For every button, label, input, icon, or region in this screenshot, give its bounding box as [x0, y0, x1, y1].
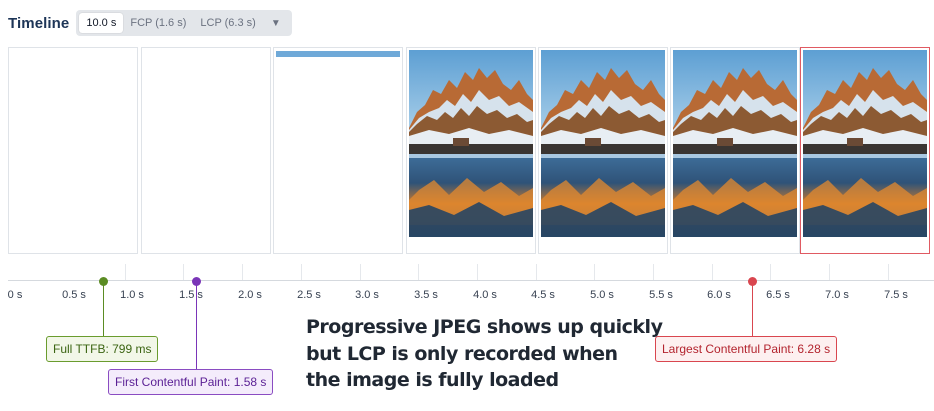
annotation-line: the image is fully loaded: [306, 369, 559, 391]
partial-image-bar: [276, 51, 400, 57]
timeline-range-tabs: 10.0 s FCP (1.6 s) LCP (6.3 s) ▼: [76, 10, 292, 36]
timeline-axis: [8, 280, 934, 281]
axis-tick-label: 2.5 s: [297, 289, 321, 301]
axis-tick-label: 3.0 s: [355, 289, 379, 301]
axis-tick: [829, 264, 830, 280]
axis-tick-label: 2.0 s: [238, 289, 262, 301]
axis-tick: [418, 264, 419, 280]
axis-tick: [536, 264, 537, 280]
lcp-marker-line: [752, 281, 753, 336]
annotation-line: but LCP is only recorded when: [306, 342, 618, 365]
fcp-marker-line: [196, 281, 197, 369]
axis-tick-label: 7.5 s: [884, 289, 908, 301]
ttfb-marker-line: [103, 281, 104, 336]
filmstrip-frame[interactable]: [406, 47, 536, 254]
tab-fcp[interactable]: FCP (1.6 s): [123, 13, 193, 33]
axis-tick: [477, 264, 478, 280]
annotation-text: Progressive JPEG shows up quickly but LC…: [306, 314, 666, 394]
axis-tick: [125, 264, 126, 280]
filmstrip-frame[interactable]: [8, 47, 138, 254]
axis-tick-label: 1.5 s: [179, 289, 203, 301]
filmstrip-frame[interactable]: [538, 47, 668, 254]
tab-lcp[interactable]: LCP (6.3 s): [193, 13, 262, 33]
axis-tick-label: 3.5 s: [414, 289, 438, 301]
tab-10s[interactable]: 10.0 s: [79, 13, 124, 33]
axis-tick-label: 0 s: [7, 289, 23, 301]
axis-tick-label: 6.0 s: [707, 289, 731, 301]
landscape-thumbnail: [673, 50, 797, 237]
filmstrip-frame[interactable]: [670, 47, 800, 254]
lcp-marker-dot[interactable]: [748, 277, 757, 286]
axis-tick-label: 1.0 s: [120, 289, 144, 301]
axis-tick: [712, 264, 713, 280]
axis-tick: [360, 264, 361, 280]
timeline-title: Timeline: [8, 14, 70, 32]
axis-tick: [301, 264, 302, 280]
lcp-label: Largest Contentful Paint: 6.28 s: [655, 336, 838, 362]
filmstrip-frame[interactable]: [273, 47, 403, 254]
ttfb-label: Full TTFB: 799 ms: [46, 336, 159, 362]
landscape-thumbnail: [409, 50, 533, 237]
fcp-label: First Contentful Paint: 1.58 s: [108, 369, 274, 395]
axis-tick-label: 5.0 s: [590, 289, 614, 301]
annotation-line: Progressive JPEG shows up quickly: [306, 316, 663, 338]
landscape-thumbnail: [803, 50, 927, 237]
timeline-header: Timeline 10.0 s FCP (1.6 s) LCP (6.3 s) …: [8, 10, 292, 36]
caret-down-icon[interactable]: ▼: [263, 18, 289, 29]
axis-tick: [653, 264, 654, 280]
axis-tick-label: 6.5 s: [766, 289, 790, 301]
axis-tick-label: 0.5 s: [62, 289, 86, 301]
axis-tick: [242, 264, 243, 280]
axis-tick: [888, 264, 889, 280]
axis-tick: [770, 264, 771, 280]
axis-tick-label: 7.0 s: [825, 289, 849, 301]
fcp-marker-dot[interactable]: [192, 277, 201, 286]
ttfb-marker-dot[interactable]: [99, 277, 108, 286]
axis-tick-label: 4.0 s: [473, 289, 497, 301]
axis-tick-label: 4.5 s: [531, 289, 555, 301]
axis-tick: [594, 264, 595, 280]
axis-tick-label: 5.5 s: [649, 289, 673, 301]
filmstrip-frame-lcp[interactable]: [800, 47, 930, 254]
landscape-thumbnail: [541, 50, 665, 237]
filmstrip-frame[interactable]: [141, 47, 271, 254]
axis-tick: [183, 264, 184, 280]
